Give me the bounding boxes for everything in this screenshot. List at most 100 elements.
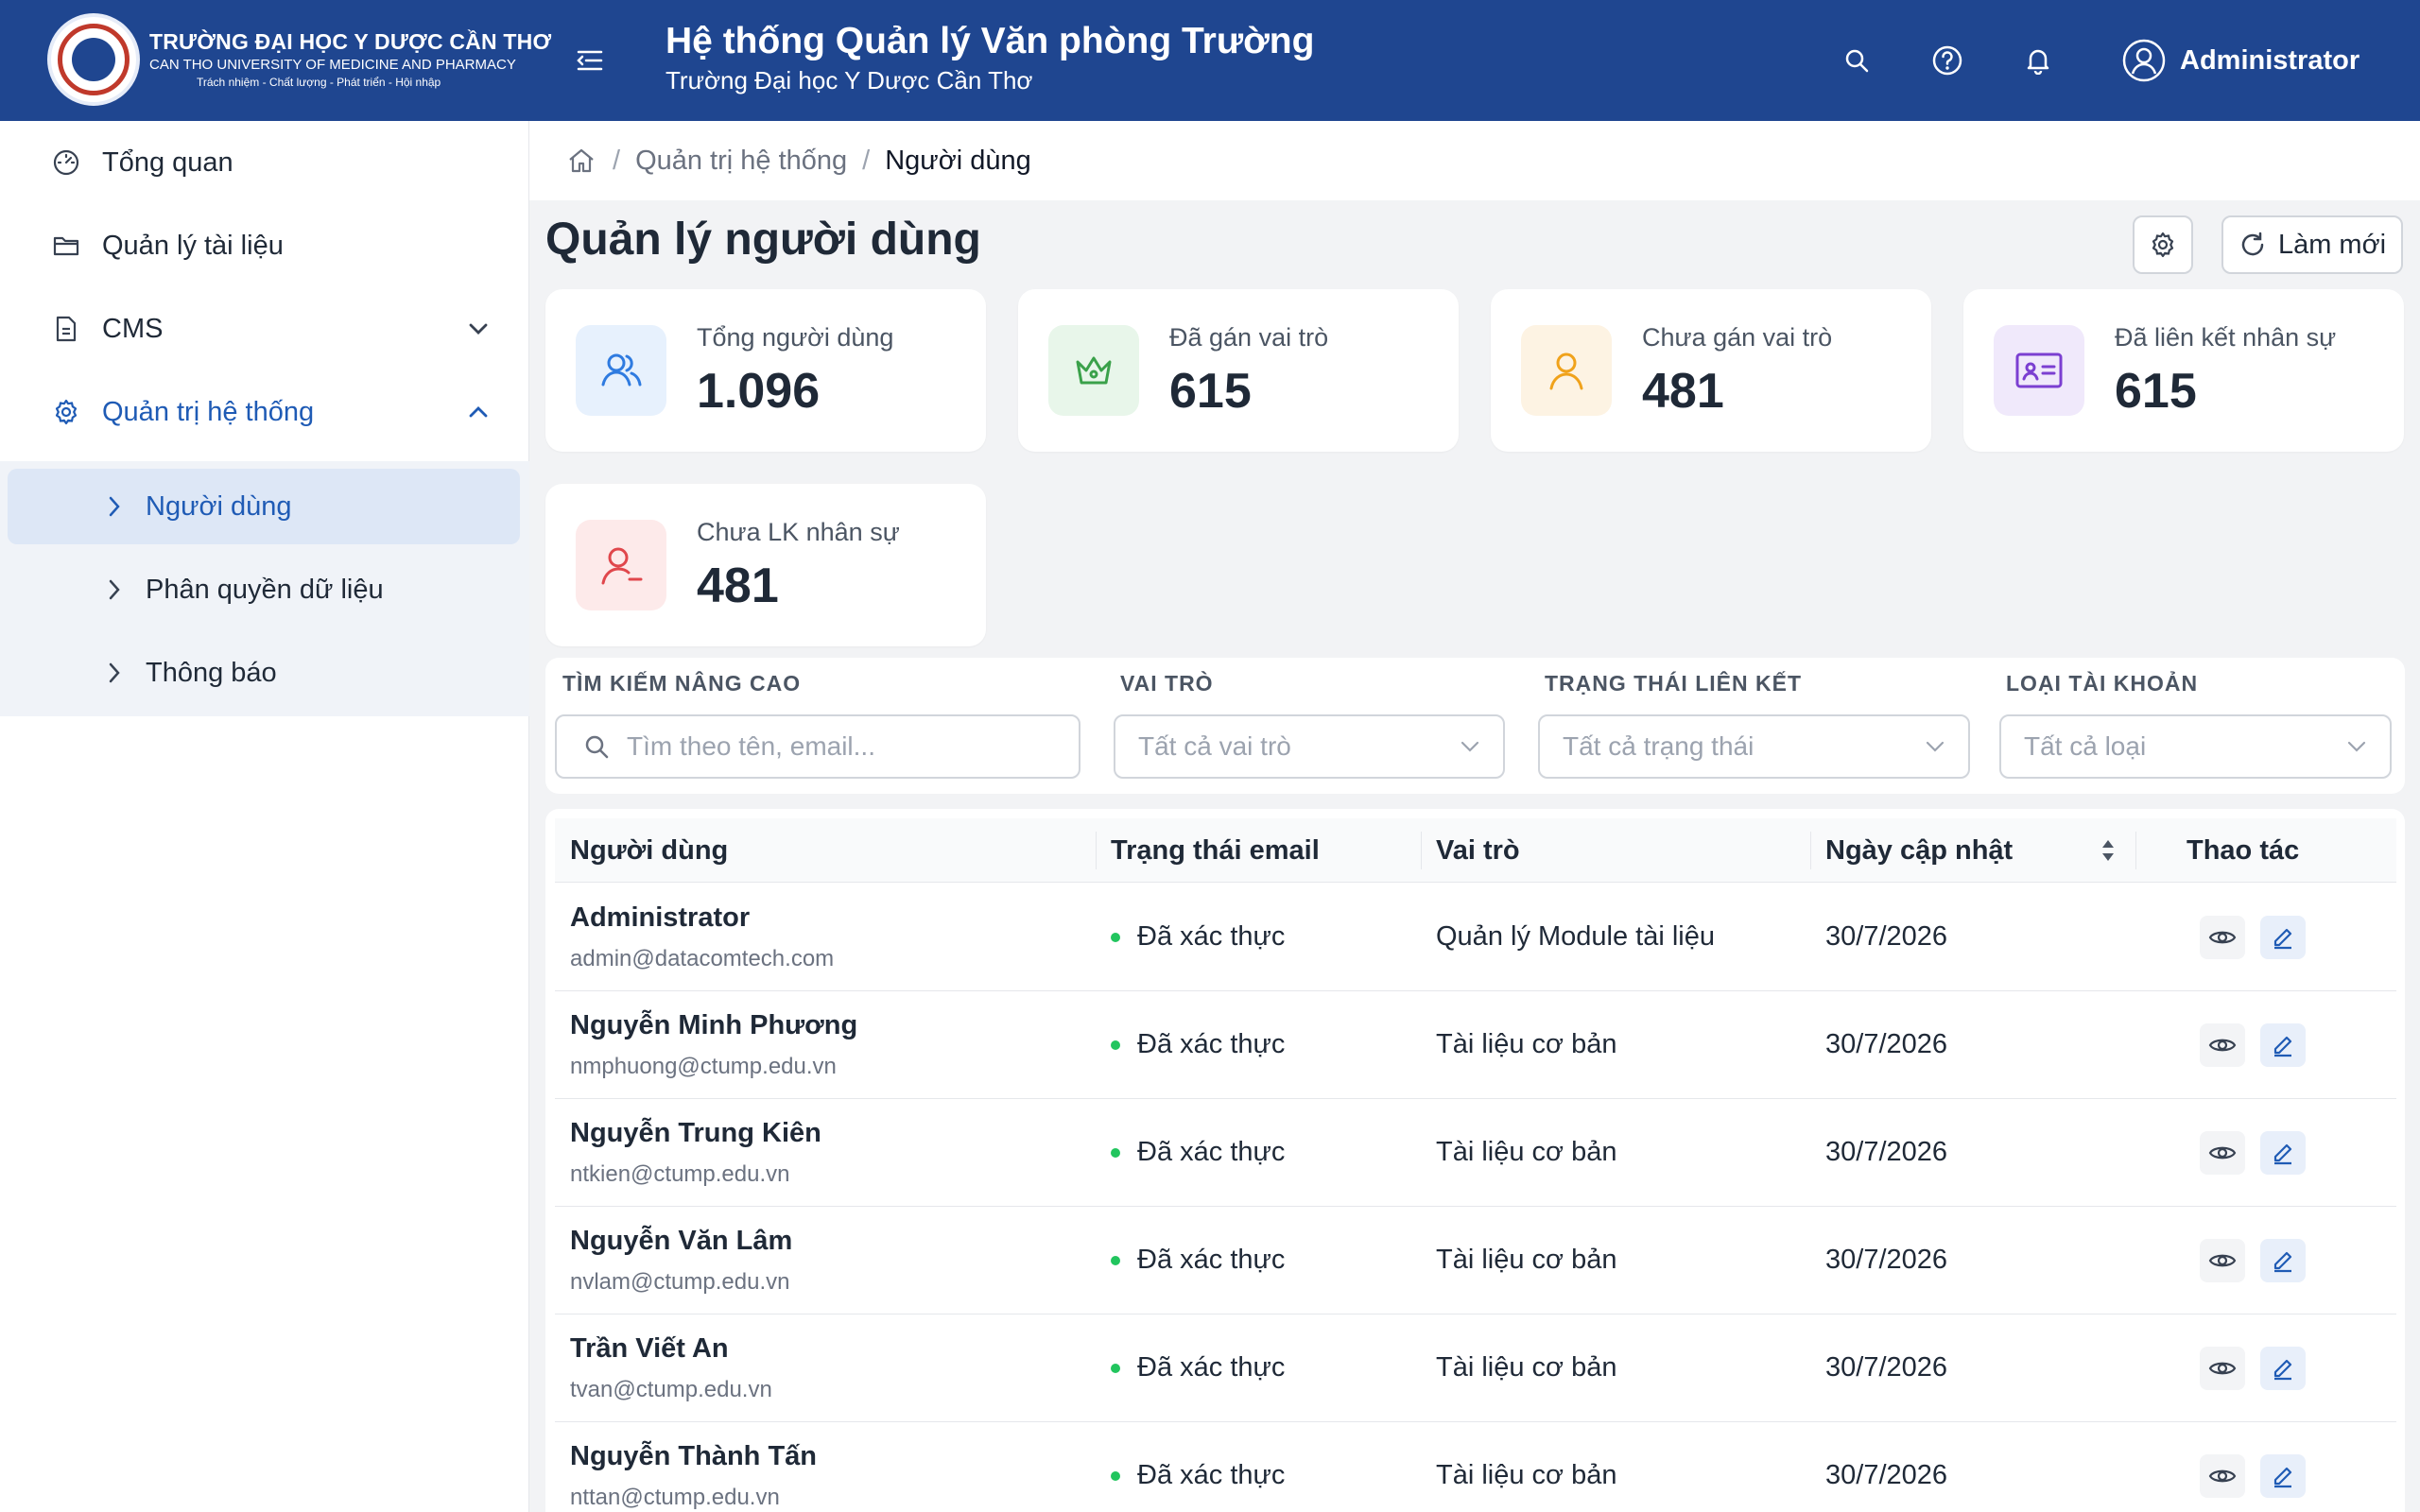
sort-icon[interactable] xyxy=(2100,837,2117,868)
user-name: Administrator xyxy=(570,902,751,933)
account-type-select[interactable]: Tất cả loại xyxy=(1999,714,2392,779)
email-status: Đã xác thực xyxy=(1111,1029,1285,1060)
breadcrumb-current: Người dùng xyxy=(885,145,1031,176)
stat-label: Đã gán vai trò xyxy=(1169,323,1329,352)
stat-card-staff-linked: Đã liên kết nhân sự 615 xyxy=(1963,289,2404,452)
view-button[interactable] xyxy=(2200,1023,2245,1067)
eye-icon xyxy=(2208,1039,2237,1052)
top-header: TRƯỜNG ĐẠI HỌC Y DƯỢC CẦN THƠ CAN THO UN… xyxy=(0,0,2420,121)
link-status-select[interactable]: Tất cả trạng thái xyxy=(1538,714,1970,779)
sidebar-item-system-admin[interactable]: Quản trị hệ thống xyxy=(0,370,529,454)
sidebar-item-label: Thông báo xyxy=(146,657,277,688)
user-name: Nguyễn Văn Lâm xyxy=(570,1226,793,1256)
email-status-label: Đã xác thực xyxy=(1137,1029,1286,1059)
table-row[interactable]: Nguyễn Thành Tấn nttan@ctump.edu.vn Đã x… xyxy=(555,1422,2396,1512)
table-row[interactable]: Nguyễn Văn Lâm nvlam@ctump.edu.vn Đã xác… xyxy=(555,1207,2396,1314)
role-select[interactable]: Tất cả vai trò xyxy=(1114,714,1505,779)
refresh-button[interactable]: Làm mới xyxy=(2221,215,2403,274)
edit-button[interactable] xyxy=(2260,916,2306,959)
user-role: Tài liệu cơ bản xyxy=(1436,1137,1617,1167)
home-icon[interactable] xyxy=(565,145,597,177)
stat-card-total-users: Tổng người dùng 1.096 xyxy=(545,289,986,452)
email-status-label: Đã xác thực xyxy=(1137,1245,1286,1275)
user-name: Trần Viết An xyxy=(570,1333,729,1364)
email-status: Đã xác thực xyxy=(1111,1352,1285,1383)
search-field[interactable] xyxy=(555,714,1080,779)
table-row[interactable]: Administrator admin@datacomtech.com Đã x… xyxy=(555,884,2396,991)
user-name: Nguyễn Trung Kiên xyxy=(570,1118,821,1148)
column-header-email-status[interactable]: Trạng thái email xyxy=(1111,818,1320,883)
view-button[interactable] xyxy=(2200,916,2245,959)
users-table: Người dùng Trạng thái email Vai trò Ngày… xyxy=(545,809,2405,1512)
menu-icon[interactable] xyxy=(571,42,609,79)
pencil-icon xyxy=(2273,1143,2292,1165)
search-input[interactable] xyxy=(627,731,1079,762)
user-name: Nguyễn Thành Tấn xyxy=(570,1441,817,1471)
table-row[interactable]: Trần Viết An tvan@ctump.edu.vn Đã xác th… xyxy=(555,1314,2396,1422)
column-header-role[interactable]: Vai trò xyxy=(1436,818,1520,883)
university-logo[interactable]: TRƯỜNG ĐẠI HỌC Y DƯỢC CẦN THƠ CAN THO UN… xyxy=(47,13,551,106)
user-menu[interactable]: Administrator xyxy=(2121,38,2360,83)
user-email: nvlam@ctump.edu.vn xyxy=(570,1269,790,1295)
search-icon xyxy=(585,735,609,759)
pencil-icon xyxy=(2273,1359,2292,1381)
gear-icon xyxy=(2152,232,2174,258)
eye-icon xyxy=(2208,1469,2237,1483)
user-role: Tài liệu cơ bản xyxy=(1436,1352,1617,1383)
sidebar-item-label: Tổng quan xyxy=(102,146,233,178)
edit-button[interactable] xyxy=(2260,1347,2306,1390)
role-select-value: Tất cả vai trò xyxy=(1138,731,1291,761)
updated-date: 30/7/2026 xyxy=(1825,1029,1948,1059)
chevron-down-icon xyxy=(2347,741,2366,752)
sidebar-item-label: Người dùng xyxy=(146,490,292,522)
sidebar-item-dashboard[interactable]: Tổng quan xyxy=(0,121,529,204)
settings-button[interactable] xyxy=(2133,215,2193,274)
stat-value: 615 xyxy=(1169,364,1252,419)
updated-date: 30/7/2026 xyxy=(1825,1137,1948,1167)
table-row[interactable]: Nguyễn Minh Phương nmphuong@ctump.edu.vn… xyxy=(555,991,2396,1099)
chevron-right-icon xyxy=(102,660,127,686)
chevron-down-icon xyxy=(1926,741,1945,752)
user-role: Tài liệu cơ bản xyxy=(1436,1245,1617,1275)
sidebar-item-data-permissions[interactable]: Phân quyền dữ liệu xyxy=(8,552,520,627)
refresh-label: Làm mới xyxy=(2277,229,2387,260)
search-icon[interactable] xyxy=(1838,42,1876,79)
pencil-icon xyxy=(2273,928,2292,950)
edit-button[interactable] xyxy=(2260,1454,2306,1498)
view-button[interactable] xyxy=(2200,1347,2245,1390)
bell-icon[interactable] xyxy=(2019,42,2057,79)
sidebar-item-label: Quản lý tài liệu xyxy=(102,230,284,261)
dashboard-icon xyxy=(51,147,81,178)
view-button[interactable] xyxy=(2200,1239,2245,1282)
chevron-right-icon xyxy=(102,493,127,520)
sidebar-item-documents[interactable]: Quản lý tài liệu xyxy=(0,204,529,287)
edit-button[interactable] xyxy=(2260,1239,2306,1282)
column-header-updated-date[interactable]: Ngày cập nhật xyxy=(1825,818,2013,883)
account-type-filter-label: LOẠI TÀI KHOẢN xyxy=(2006,671,2199,696)
edit-button[interactable] xyxy=(2260,1023,2306,1067)
help-icon[interactable] xyxy=(1928,42,1966,79)
sidebar-item-notifications[interactable]: Thông báo xyxy=(8,635,520,711)
breadcrumb-link-system-admin[interactable]: Quản trị hệ thống xyxy=(635,146,847,177)
column-header-actions: Thao tác xyxy=(2187,834,2300,866)
sidebar-item-users[interactable]: Người dùng xyxy=(8,469,520,544)
account-type-select-value: Tất cả loại xyxy=(2024,731,2147,761)
chevron-right-icon xyxy=(102,576,127,603)
chevron-down-icon[interactable] xyxy=(465,316,492,342)
stat-card-roles-unassigned: Chưa gán vai trò 481 xyxy=(1491,289,1931,452)
search-filter-label: TÌM KIẾM NÂNG CAO xyxy=(562,671,802,696)
view-button[interactable] xyxy=(2200,1131,2245,1175)
table-row[interactable]: Nguyễn Trung Kiên ntkien@ctump.edu.vn Đã… xyxy=(555,1099,2396,1207)
user-role: Tài liệu cơ bản xyxy=(1436,1460,1617,1490)
sidebar-item-cms[interactable]: CMS xyxy=(0,287,529,370)
column-header-user[interactable]: Người dùng xyxy=(570,818,728,883)
chevron-up-icon[interactable] xyxy=(465,399,492,425)
email-status: Đã xác thực xyxy=(1111,1137,1285,1168)
gear-icon xyxy=(51,397,81,427)
table-header: Người dùng Trạng thái email Vai trò Ngày… xyxy=(555,818,2396,883)
logo-motto: Trách nhiệm - Chất lượng - Phát triển - … xyxy=(197,75,441,89)
page-title: Quản lý người dùng xyxy=(545,215,981,265)
email-status: Đã xác thực xyxy=(1111,921,1285,953)
view-button[interactable] xyxy=(2200,1454,2245,1498)
edit-button[interactable] xyxy=(2260,1131,2306,1175)
